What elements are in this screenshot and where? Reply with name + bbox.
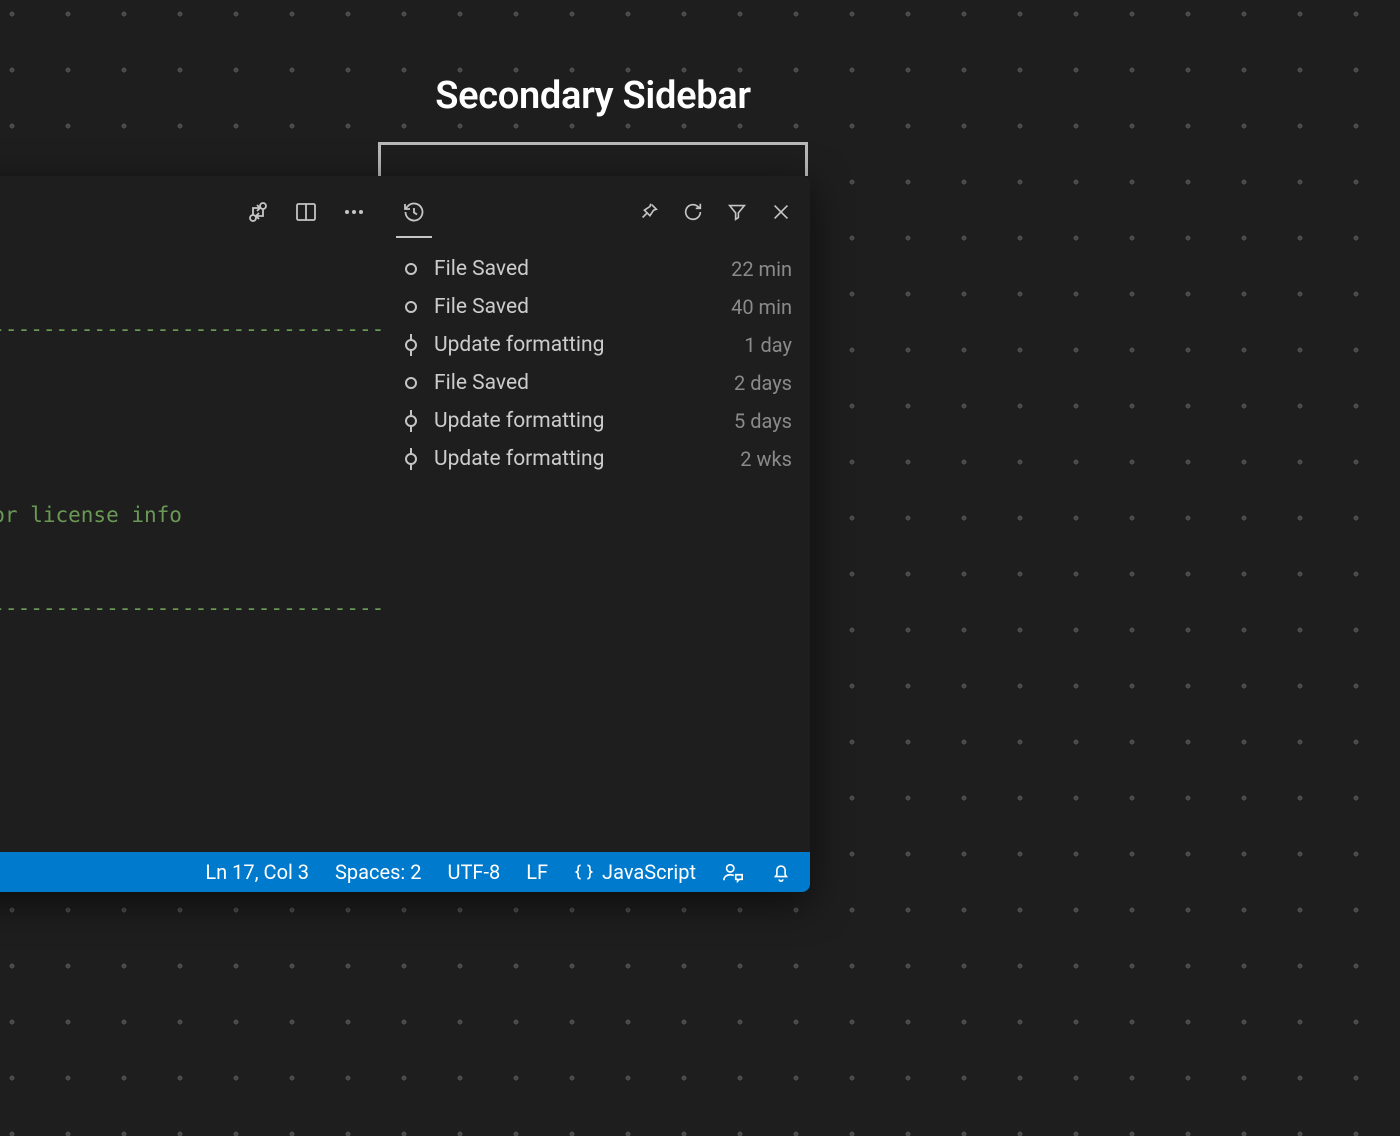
- timeline-time: 22 min: [731, 257, 792, 281]
- code-line: ed.: [0, 407, 384, 438]
- close-icon[interactable]: [770, 201, 792, 223]
- code-editor[interactable]: ----------------------------------------…: [0, 248, 384, 852]
- refresh-icon[interactable]: [682, 201, 704, 223]
- editor-tab-actions: [0, 176, 384, 248]
- timeline-item[interactable]: File Saved 40 min: [402, 288, 792, 326]
- timeline-label: File Saved: [434, 295, 717, 319]
- code-line: e project root for license info: [0, 500, 384, 531]
- timeline-time: 1 day: [744, 333, 792, 357]
- timeline-time: 2 wks: [740, 447, 792, 471]
- timeline-label: File Saved: [434, 257, 717, 281]
- circle-icon: [402, 376, 420, 390]
- code-line: ----------------------------------------…: [0, 593, 384, 624]
- status-language[interactable]: JavaScript: [574, 860, 696, 884]
- timeline-item[interactable]: Update formatting 1 day: [402, 326, 792, 364]
- feedback-icon[interactable]: [722, 861, 744, 883]
- pin-icon[interactable]: [638, 201, 660, 223]
- page-title: Secondary Sidebar: [0, 74, 1186, 118]
- timeline-label: File Saved: [434, 371, 720, 395]
- status-indent[interactable]: Spaces: 2: [335, 860, 421, 884]
- timeline-time: 40 min: [731, 295, 792, 319]
- annotation-bracket: [378, 142, 808, 176]
- timeline-list: File Saved 22 min File Saved 40 min Upda…: [384, 248, 810, 478]
- timeline-label: Update formatting: [434, 409, 720, 433]
- editor-window: ----------------------------------------…: [0, 176, 810, 892]
- code-line: ----------------------------------------…: [0, 314, 384, 345]
- timeline-item[interactable]: Update formatting 2 wks: [402, 440, 792, 478]
- status-encoding[interactable]: UTF-8: [447, 860, 500, 884]
- secondary-sidebar: File Saved 22 min File Saved 40 min Upda…: [384, 248, 810, 852]
- status-language-label: JavaScript: [602, 860, 696, 884]
- timeline-item[interactable]: File Saved 2 days: [402, 364, 792, 402]
- compare-changes-icon[interactable]: [246, 200, 270, 224]
- filter-icon[interactable]: [726, 201, 748, 223]
- git-commit-icon: [402, 410, 420, 432]
- status-cursor[interactable]: Ln 17, Col 3: [205, 860, 309, 884]
- bell-icon[interactable]: [770, 861, 792, 883]
- status-eol[interactable]: LF: [526, 860, 548, 884]
- editor-body: ----------------------------------------…: [0, 248, 810, 852]
- git-commit-icon: [402, 448, 420, 470]
- git-commit-icon: [402, 334, 420, 356]
- timeline-time: 2 days: [734, 371, 792, 395]
- more-actions-icon[interactable]: [342, 200, 366, 224]
- status-bar: Ln 17, Col 3 Spaces: 2 UTF-8 LF JavaScri…: [0, 852, 810, 892]
- circle-icon: [402, 262, 420, 276]
- timeline-time: 5 days: [734, 409, 792, 433]
- split-editor-icon[interactable]: [294, 200, 318, 224]
- secondary-sidebar-toolbar: [384, 176, 810, 248]
- braces-icon: [574, 862, 594, 882]
- editor-top-bar: [0, 176, 810, 248]
- timeline-label: Update formatting: [434, 447, 726, 471]
- timeline-item[interactable]: File Saved 22 min: [402, 250, 792, 288]
- circle-icon: [402, 300, 420, 314]
- timeline-label: Update formatting: [434, 333, 730, 357]
- timeline-item[interactable]: Update formatting 5 days: [402, 402, 792, 440]
- timeline-view-icon[interactable]: [402, 200, 426, 224]
